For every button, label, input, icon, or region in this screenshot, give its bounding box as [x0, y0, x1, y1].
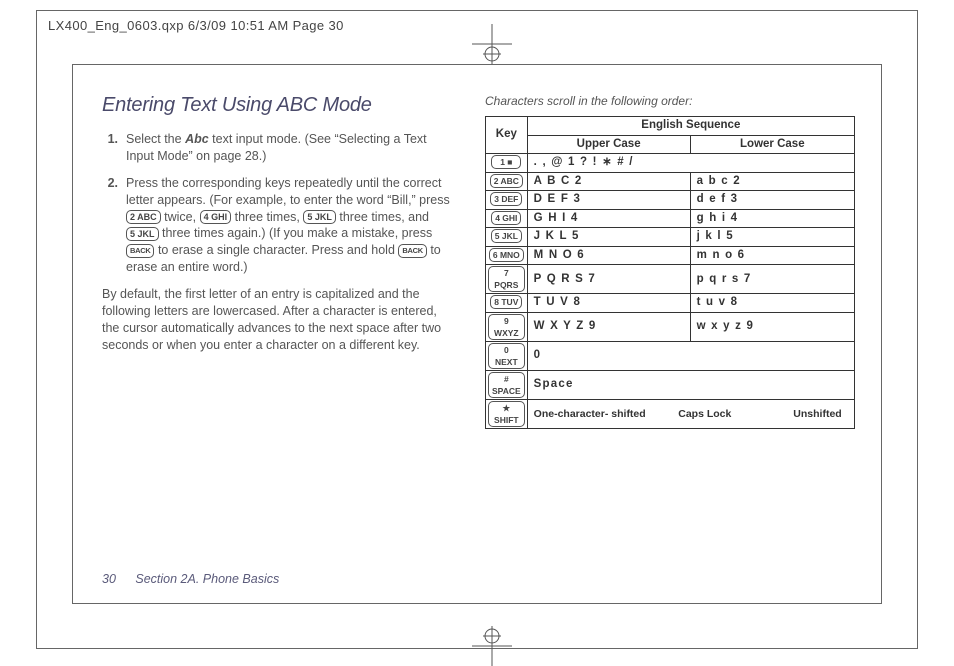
upper-cell: M N O 6 [527, 246, 690, 265]
keycap-2: 2 ABC [126, 210, 161, 224]
sequence-cell: Space [527, 370, 854, 399]
upper-cell: T U V 8 [527, 294, 690, 313]
keycap-4: 4 GHI [200, 210, 232, 224]
page-content: Entering Text Using ABC Mode 1. Select t… [102, 94, 854, 429]
keycap-icon: 6 MNO [489, 248, 524, 262]
lower-cell: w x y z 9 [690, 312, 854, 341]
table-caption: Characters scroll in the following order… [485, 94, 855, 108]
upper-cell: W X Y Z 9 [527, 312, 690, 341]
table-row: 4 GHI G H I 4g h i 4 [486, 209, 855, 228]
page-number: 30 [102, 572, 116, 586]
keycap-icon: 9 WXYZ [488, 314, 525, 340]
section-label: Section 2A. Phone Basics [135, 572, 279, 586]
key-cell: 2 ABC [486, 172, 528, 191]
th-english-sequence: English Sequence [527, 117, 854, 136]
abc-mode-label: Abc [185, 132, 209, 146]
step-number: 2. [102, 175, 126, 276]
key-cell: 3 DEF [486, 191, 528, 210]
prepress-slug: LX400_Eng_0603.qxp 6/3/09 10:51 AM Page … [48, 18, 344, 33]
upper-cell: D E F 3 [527, 191, 690, 210]
key-cell: ★ SHIFT [486, 399, 528, 428]
upper-cell: J K L 5 [527, 228, 690, 247]
th-lower-case: Lower Case [690, 135, 854, 154]
table-row: 5 JKL J K L 5j k l 5 [486, 228, 855, 247]
character-sequence-table: Key English Sequence Upper Case Lower Ca… [485, 116, 855, 429]
table-row: 8 TUV T U V 8t u v 8 [486, 294, 855, 313]
key-cell: # SPACE [486, 370, 528, 399]
step-1: 1. Select the Abc text input mode. (See … [102, 131, 457, 165]
keycap-icon: 2 ABC [490, 174, 523, 188]
table-row: 9 WXYZW X Y Z 9w x y z 9 [486, 312, 855, 341]
table-row: 7 PQRSP Q R S 7p q r s 7 [486, 265, 855, 294]
keycap-icon: 0 NEXT [488, 343, 525, 369]
sequence-cell: 0 [527, 341, 854, 370]
table-row: 2 ABC A B C 2a b c 2 [486, 172, 855, 191]
upper-cell: A B C 2 [527, 172, 690, 191]
th-key: Key [486, 117, 528, 154]
step-2: 2. Press the corresponding keys repeated… [102, 175, 457, 276]
key-cell: 9 WXYZ [486, 312, 528, 341]
lower-cell: t u v 8 [690, 294, 854, 313]
text: three times, [235, 210, 304, 224]
step-number: 1. [102, 131, 126, 165]
keycap-back: BACK [398, 244, 426, 258]
keycap-icon: 5 JKL [491, 229, 522, 243]
keycap-5: 5 JKL [303, 210, 336, 224]
step-body: Press the corresponding keys repeatedly … [126, 175, 457, 276]
keycap-icon: 7 PQRS [488, 266, 525, 292]
key-cell: 5 JKL [486, 228, 528, 247]
lower-cell: m n o 6 [690, 246, 854, 265]
registration-mark-bottom [472, 626, 512, 666]
table-row: 0 NEXT0 [486, 341, 855, 370]
key-cell: 6 MNO [486, 246, 528, 265]
keycap-icon: 8 TUV [490, 295, 522, 309]
text: Press the corresponding keys repeatedly … [126, 176, 450, 207]
keycap-icon: 3 DEF [490, 192, 522, 206]
keycap-5: 5 JKL [126, 227, 159, 241]
upper-cell: P Q R S 7 [527, 265, 690, 294]
right-column: Characters scroll in the following order… [485, 94, 855, 429]
body-paragraph: By default, the first letter of an entry… [102, 286, 457, 354]
key-cell: 4 GHI [486, 209, 528, 228]
shift-sequence-cell: One-character- shiftedCaps LockUnshifted [527, 399, 854, 428]
lower-cell: g h i 4 [690, 209, 854, 228]
keycap-icon: # SPACE [488, 372, 525, 398]
sequence-cell: . , @ 1 ? ! ∗ # / [527, 154, 854, 173]
table-row-shift: ★ SHIFTOne-character- shiftedCaps LockUn… [486, 399, 855, 428]
keycap-icon: 4 GHI [491, 211, 521, 225]
table-row: 3 DEF D E F 3d e f 3 [486, 191, 855, 210]
keycap-icon: 1 ■ [491, 155, 521, 169]
key-cell: 7 PQRS [486, 265, 528, 294]
key-cell: 1 ■ [486, 154, 528, 173]
upper-cell: G H I 4 [527, 209, 690, 228]
text: Select the [126, 132, 185, 146]
table-row: # SPACESpace [486, 370, 855, 399]
lower-cell: a b c 2 [690, 172, 854, 191]
page-footer: 30 Section 2A. Phone Basics [102, 572, 279, 586]
text: to erase a single character. Press and h… [158, 243, 398, 257]
th-upper-case: Upper Case [527, 135, 690, 154]
table-row: 6 MNOM N O 6m n o 6 [486, 246, 855, 265]
left-column: Entering Text Using ABC Mode 1. Select t… [102, 94, 457, 429]
key-cell: 0 NEXT [486, 341, 528, 370]
section-heading: Entering Text Using ABC Mode [102, 94, 457, 117]
lower-cell: p q r s 7 [690, 265, 854, 294]
text: three times again.) (If you make a mista… [162, 226, 432, 240]
registration-mark-top [472, 24, 512, 64]
keycap-back: BACK [126, 244, 154, 258]
step-body: Select the Abc text input mode. (See “Se… [126, 131, 457, 165]
lower-cell: j k l 5 [690, 228, 854, 247]
text: three times, and [339, 210, 429, 224]
key-cell: 8 TUV [486, 294, 528, 313]
keycap-icon: ★ SHIFT [488, 401, 525, 427]
lower-cell: d e f 3 [690, 191, 854, 210]
table-row: 1 ■ . , @ 1 ? ! ∗ # / [486, 154, 855, 173]
text: twice, [164, 210, 199, 224]
